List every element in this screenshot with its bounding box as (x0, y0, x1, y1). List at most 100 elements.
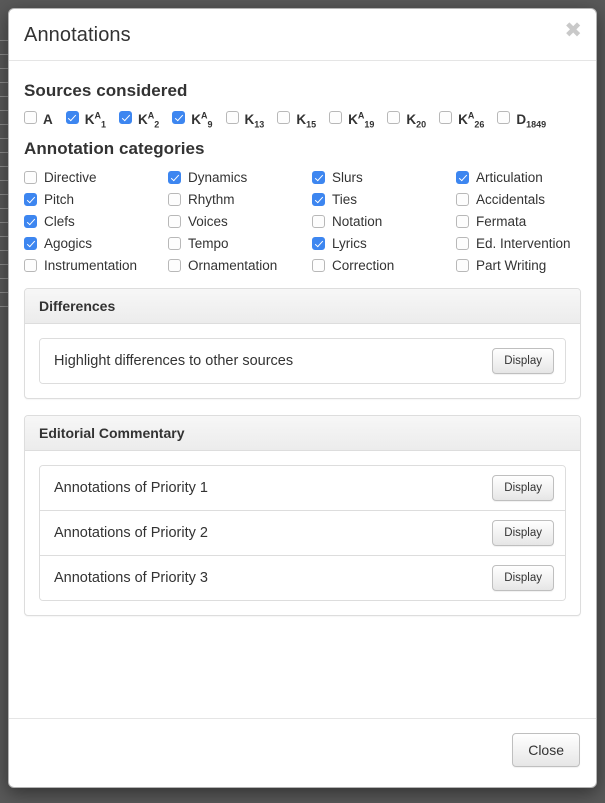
category-label: Instrumentation (44, 258, 138, 273)
source-label: KA26 (458, 110, 485, 130)
source-label: KA1 (84, 110, 107, 130)
category-checkbox[interactable] (312, 237, 325, 250)
list-item-label: Annotations of Priority 1 (54, 480, 208, 496)
category-label: Accidentals (476, 192, 546, 207)
dialog-body: Sources considered A KA1 KA2 KA9 K13 K15 KA19 K… (9, 61, 596, 736)
source-checkbox[interactable] (225, 111, 239, 124)
category-label: Pitch (44, 192, 75, 207)
category-item[interactable]: Part Writing (456, 257, 596, 274)
dialog-header: Annotations ✖ (9, 9, 596, 61)
category-label: Directive (44, 170, 97, 185)
display-button[interactable]: Display (492, 520, 554, 546)
category-checkbox[interactable] (456, 215, 469, 228)
category-checkbox[interactable] (456, 193, 469, 206)
category-item[interactable]: Ornamentation (168, 257, 312, 274)
editorial-row: Annotations of Priority 1 Display (40, 466, 565, 511)
category-label: Ed. Intervention (476, 236, 571, 251)
sources-heading: Sources considered (24, 81, 188, 100)
close-button[interactable]: Close (512, 733, 580, 767)
differences-body: Highlight differences to other sources Di… (25, 324, 580, 398)
category-item[interactable]: Correction (312, 257, 456, 274)
category-item[interactable]: Articulation (456, 169, 596, 186)
category-label: Dynamics (188, 170, 248, 185)
category-item[interactable]: Ties (312, 191, 456, 208)
source-item[interactable]: KA2 (119, 110, 160, 130)
category-checkbox[interactable] (312, 193, 325, 206)
source-checkbox[interactable] (172, 111, 186, 124)
dialog-footer: Close (9, 718, 596, 787)
source-item[interactable]: KA26 (439, 110, 485, 130)
category-checkbox[interactable] (456, 237, 469, 250)
category-item[interactable]: Slurs (312, 169, 456, 186)
category-label: Tempo (188, 236, 229, 251)
source-label: K20 (406, 112, 427, 130)
category-checkbox[interactable] (24, 193, 37, 206)
source-label: A (43, 112, 53, 127)
source-checkbox[interactable] (277, 111, 291, 124)
category-item[interactable]: Agogics (24, 235, 168, 252)
category-checkbox[interactable] (168, 193, 181, 206)
category-checkbox[interactable] (312, 259, 325, 272)
category-item[interactable]: Fermata (456, 213, 596, 230)
page-title: Annotations (24, 24, 131, 46)
close-icon[interactable]: ✖ (564, 20, 582, 41)
category-checkbox[interactable] (168, 237, 181, 250)
category-item[interactable]: Ed. Intervention (456, 235, 596, 252)
editorial-row: Annotations of Priority 2 Display (40, 511, 565, 556)
source-checkbox[interactable] (497, 111, 511, 124)
category-label: Fermata (476, 214, 527, 229)
category-item[interactable]: Clefs (24, 213, 168, 230)
source-item[interactable]: K20 (387, 111, 427, 130)
source-item[interactable]: A (24, 111, 53, 127)
source-checkbox[interactable] (439, 111, 453, 124)
category-item[interactable]: Directive (24, 169, 168, 186)
source-item[interactable]: KA19 (329, 111, 374, 129)
category-item[interactable]: Tempo (168, 235, 312, 252)
category-checkbox[interactable] (456, 259, 469, 272)
category-label: Notation (332, 214, 383, 229)
category-item[interactable]: Notation (312, 213, 456, 230)
source-checkbox[interactable] (387, 111, 401, 124)
source-item[interactable]: K13 (225, 111, 265, 130)
category-item[interactable]: Lyrics (312, 235, 456, 252)
category-label: Voices (188, 214, 228, 229)
source-item[interactable]: D1849 (497, 111, 546, 129)
category-item[interactable]: Accidentals (456, 191, 596, 208)
source-checkbox[interactable] (65, 111, 79, 124)
differences-row: Highlight differences to other sources Di… (40, 339, 565, 383)
source-item[interactable]: KA9 (172, 111, 213, 129)
source-label: K13 (244, 112, 265, 130)
source-item[interactable]: K15 (277, 111, 316, 129)
display-button[interactable]: Display (492, 475, 554, 501)
category-checkbox[interactable] (312, 215, 325, 228)
category-item[interactable]: Voices (168, 213, 312, 230)
category-checkbox[interactable] (168, 215, 181, 228)
category-checkbox[interactable] (24, 171, 37, 184)
source-checkbox[interactable] (329, 111, 343, 124)
editorial-body: Annotations of Priority 1 Display Annotati… (25, 451, 580, 615)
source-label: KA2 (138, 110, 160, 130)
category-item[interactable]: Instrumentation (24, 257, 168, 274)
source-checkbox[interactable] (24, 111, 37, 124)
category-item[interactable]: Dynamics (168, 169, 312, 186)
category-label: Lyrics (332, 236, 367, 251)
display-button[interactable]: Display (492, 348, 554, 374)
category-label: Ties (332, 192, 358, 207)
source-checkbox[interactable] (119, 111, 133, 124)
category-checkbox[interactable] (168, 259, 181, 272)
editorial-row: Annotations of Priority 3 Display (40, 556, 565, 600)
display-button[interactable]: Display (492, 565, 554, 591)
category-item[interactable]: Rhythm (168, 191, 312, 208)
category-checkbox[interactable] (456, 171, 469, 184)
differences-panel: Differences Highlight differences to oth… (24, 288, 581, 399)
category-checkbox[interactable] (24, 259, 37, 272)
category-item[interactable]: Pitch (24, 191, 168, 208)
source-item[interactable]: KA1 (65, 110, 107, 130)
list-item-label: Annotations of Priority 3 (54, 570, 208, 586)
editorial-heading: Editorial Commentary (25, 416, 580, 451)
category-checkbox[interactable] (168, 171, 181, 184)
category-checkbox[interactable] (24, 215, 37, 228)
category-label: Slurs (332, 170, 363, 185)
category-checkbox[interactable] (312, 171, 325, 184)
category-checkbox[interactable] (24, 237, 37, 250)
